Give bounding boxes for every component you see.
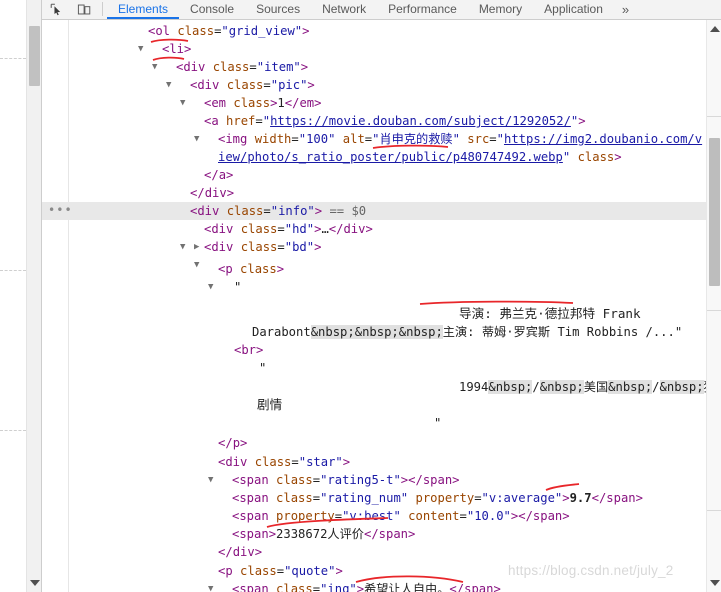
dom-node-span-inq[interactable]: <span class="inq">希望让人自由。</span>: [42, 580, 707, 592]
scroll-up-arrow-icon[interactable]: [707, 22, 721, 36]
dom-node-span-best[interactable]: <span property="v:best" content="10.0"><…: [42, 507, 707, 525]
underlying-page-sliver: 港) / n Ro 杀 Fe om H: [0, 0, 26, 592]
dom-text-quote-close: ": [434, 416, 442, 430]
genre-text: 剧情: [257, 397, 283, 412]
dom-text-quote-open: ": [234, 280, 242, 294]
dom-node-br[interactable]: <br>: [42, 341, 707, 359]
dom-node-p-close[interactable]: </p>: [42, 434, 707, 452]
device-toolbar-icon[interactable]: [70, 0, 98, 19]
devtools-toolbar: Elements Console Sources Network Perform…: [42, 0, 721, 20]
dom-node-img[interactable]: <img width="100" alt="肖申克的救赎" src="https…: [42, 130, 707, 148]
quote-text: 希望让人自由。: [364, 582, 450, 592]
dom-node-span-votes[interactable]: <span>2338672人评价</span>: [42, 525, 707, 543]
dom-text-actors: Darabont&nbsp;&nbsp;&nbsp;主演: 蒂姆·罗宾斯 Tim…: [252, 325, 683, 339]
more-tabs-chevron-icon[interactable]: »: [614, 0, 637, 19]
votes-text: 2338672人评价: [276, 527, 364, 541]
dom-node-a-link[interactable]: ▼ <a href="https://movie.douban.com/subj…: [42, 112, 707, 144]
dom-text-quote-mid: ": [259, 361, 267, 375]
dom-node-div-star-close[interactable]: </div>: [42, 543, 707, 561]
scroll-down-arrow-icon[interactable]: [707, 576, 721, 590]
tab-elements[interactable]: Elements: [107, 0, 180, 19]
node-badge-dots[interactable]: •••: [48, 202, 73, 220]
dom-node-div-star[interactable]: ▼ <div class="star">: [42, 453, 707, 485]
dom-node-ol[interactable]: ▼ <ol class="grid_view">: [42, 22, 707, 54]
screenshot-root: 港) / n Ro 杀 Fe om H: [0, 0, 721, 592]
rating-value: 9.7: [569, 491, 592, 505]
dom-node-li[interactable]: ▼ <li>: [42, 40, 707, 72]
dom-node-div-pic-close[interactable]: </div>: [42, 184, 707, 202]
dom-node-span-rating5[interactable]: <span class="rating5-t"></span>: [42, 471, 707, 489]
tab-network[interactable]: Network: [311, 0, 377, 19]
dom-text-meta: 1994&nbsp;/&nbsp;美国&nbsp;/&nbsp;犯罪: [459, 380, 707, 394]
tab-performance[interactable]: Performance: [377, 0, 468, 19]
page-scrollbar-thumb[interactable]: [29, 26, 40, 86]
tab-sources[interactable]: Sources: [245, 0, 311, 19]
dom-text-genre: 剧情: [42, 396, 707, 414]
watermark-text: https://blog.csdn.net/july_2: [508, 563, 674, 578]
dom-node-p-desc[interactable]: ▼ <p class>: [42, 260, 707, 292]
dom-text-director: 导演: 弗兰克·德拉邦特 Frank: [42, 305, 707, 323]
dom-node-em-rank[interactable]: <em class>1</em>: [42, 94, 707, 112]
tab-memory[interactable]: Memory: [468, 0, 533, 19]
dom-node-div-pic[interactable]: ▼ <div class="pic">: [42, 76, 707, 108]
director-text: 导演: 弗兰克·德拉邦特 Frank: [459, 306, 641, 321]
dom-node-span-rating-num[interactable]: <span class="rating_num" property="v:ave…: [42, 489, 707, 507]
dom-node-div-bd[interactable]: ▼ <div class="bd">: [42, 238, 707, 270]
tab-application[interactable]: Application: [533, 0, 614, 19]
devtools-window: Elements Console Sources Network Perform…: [41, 0, 721, 592]
dom-node-img-continued[interactable]: iew/photo/s_ratio_poster/public/p4807474…: [42, 148, 707, 166]
tab-console[interactable]: Console: [179, 0, 245, 19]
dom-node-div-info-selected[interactable]: ••• ▼ <div class="info"> == $0: [42, 202, 707, 252]
devtools-scrollbar-thumb[interactable]: [709, 138, 720, 286]
page-scrollbar[interactable]: [26, 0, 41, 592]
page-scroll-down-arrow[interactable]: [27, 576, 42, 590]
dom-node-div-item[interactable]: ▼ <div class="item">: [42, 58, 707, 90]
inspect-cursor-icon[interactable]: [42, 0, 70, 19]
dom-node-div-hd[interactable]: ▶ <div class="hd">…</div>: [42, 220, 707, 252]
devtools-scrollbar[interactable]: [706, 20, 721, 592]
dom-tree-panel[interactable]: ▼ <ol class="grid_view"> ▼ <li> ▼ <div c…: [42, 20, 707, 592]
toolbar-divider: [102, 2, 103, 16]
dom-node-a-close[interactable]: </a>: [42, 166, 707, 184]
